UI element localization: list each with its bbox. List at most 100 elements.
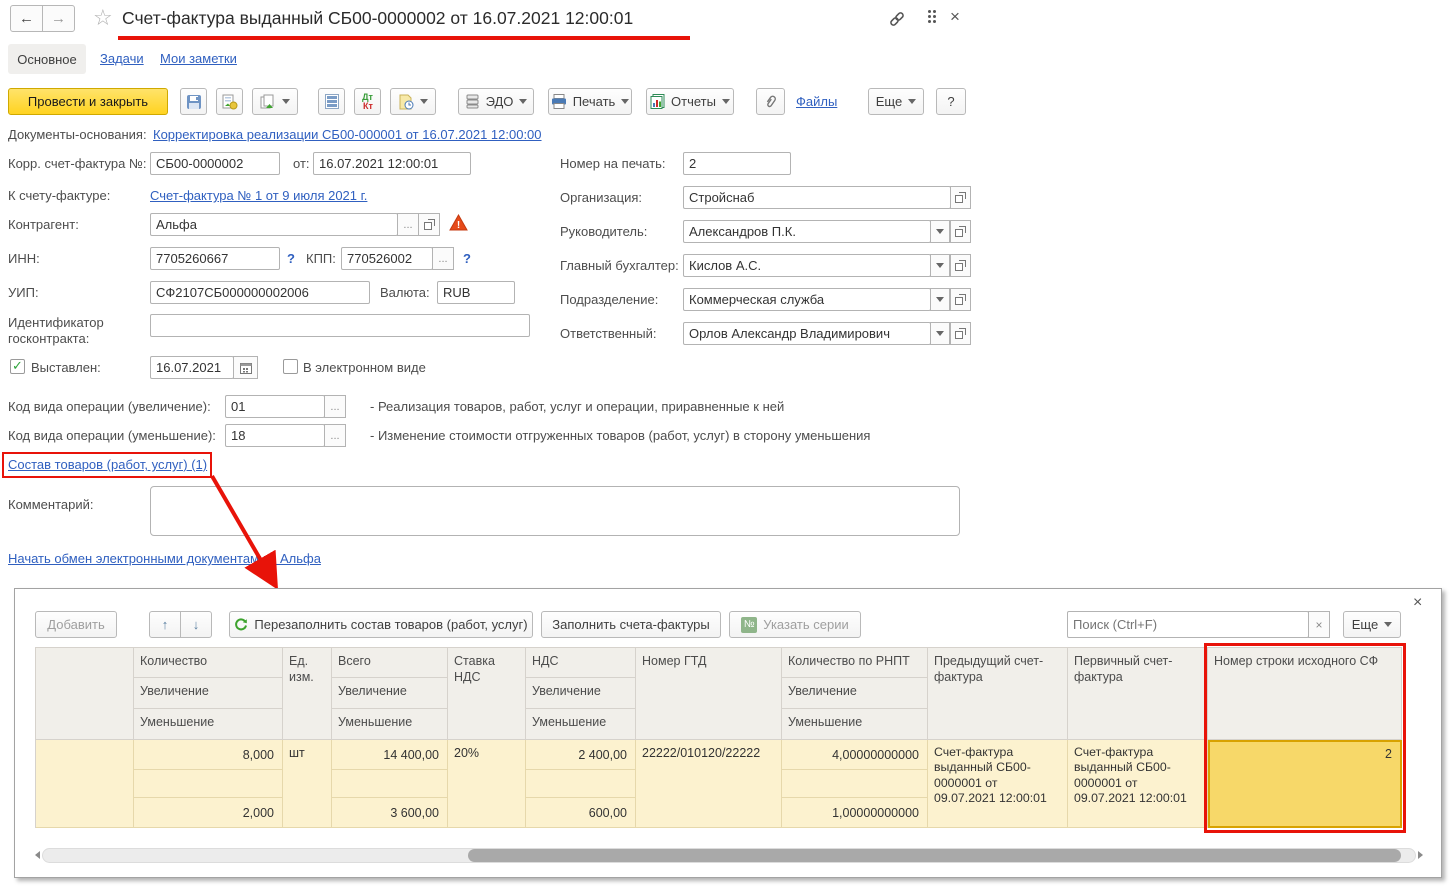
issued-checkbox[interactable]: ✓: [10, 359, 25, 374]
head-dropdown-button[interactable]: [930, 220, 950, 243]
favorite-star-icon[interactable]: ☆: [93, 5, 113, 31]
close-window-icon[interactable]: ×: [950, 7, 960, 27]
col-header-vat-increase[interactable]: Увеличение: [526, 678, 636, 709]
responsible-open-button[interactable]: [950, 322, 971, 345]
cell-rnpt-increase[interactable]: [782, 770, 928, 798]
col-header-primary-invoice[interactable]: Первичный счет-фактура: [1068, 648, 1208, 740]
post-and-close-button[interactable]: Провести и закрыть: [8, 88, 168, 115]
col-header-prev-invoice[interactable]: Предыдущий счет-фактура: [928, 648, 1068, 740]
chief-accountant-input[interactable]: [683, 254, 931, 277]
set-series-button[interactable]: № Указать серии: [729, 611, 861, 638]
kpp-ellipsis-button[interactable]: ...: [432, 247, 454, 270]
scrollbar-thumb[interactable]: [468, 849, 1401, 862]
cell-rnpt[interactable]: 4,00000000000: [782, 740, 928, 770]
tab-tasks[interactable]: Задачи: [100, 51, 144, 66]
files-link[interactable]: Файлы: [796, 94, 837, 109]
department-input[interactable]: [683, 288, 931, 311]
head-open-button[interactable]: [950, 220, 971, 243]
inn-help-icon[interactable]: ?: [287, 251, 295, 266]
chief-accountant-dropdown-button[interactable]: [930, 254, 950, 277]
goods-composition-link[interactable]: Состав товаров (работ, услуг) (1): [8, 457, 207, 472]
department-open-button[interactable]: [950, 288, 971, 311]
cell-unit[interactable]: шт: [283, 740, 332, 828]
counterparty-warning-icon[interactable]: !: [449, 214, 468, 231]
cell-qty-decrease[interactable]: 2,000: [134, 798, 283, 828]
calendar-button[interactable]: [233, 356, 258, 379]
cell-vat[interactable]: 2 400,00: [526, 740, 636, 770]
search-input[interactable]: [1067, 611, 1309, 638]
search-clear-button[interactable]: ×: [1308, 611, 1330, 638]
base-doc-link[interactable]: Корректировка реализации СБ00-000001 от …: [153, 127, 542, 142]
cell-qty-total[interactable]: 8,000: [134, 740, 283, 770]
panel-close-icon[interactable]: ×: [1413, 594, 1422, 612]
print-number-input[interactable]: [683, 152, 791, 175]
col-header-source-line[interactable]: Номер строки исходного СФ: [1208, 648, 1402, 740]
col-header-vat-decrease[interactable]: Уменьшение: [526, 709, 636, 740]
col-header-row-selector[interactable]: [36, 648, 134, 740]
op-code-decrease-input[interactable]: [225, 424, 325, 447]
cell-primary-invoice[interactable]: Счет-фактура выданный СБ00-0000001 от 09…: [1068, 740, 1208, 828]
row-selector-cell[interactable]: [36, 740, 134, 828]
cell-prev-invoice[interactable]: Счет-фактура выданный СБ00-0000001 от 09…: [928, 740, 1068, 828]
forward-button[interactable]: →: [42, 5, 75, 32]
col-header-total-increase[interactable]: Увеличение: [332, 678, 448, 709]
counterparty-ellipsis-button[interactable]: ...: [397, 213, 419, 236]
debit-credit-button[interactable]: ДтКт: [354, 88, 381, 115]
add-row-button[interactable]: Добавить: [35, 611, 117, 638]
head-input[interactable]: [683, 220, 931, 243]
inn-input[interactable]: [150, 247, 280, 270]
attachments-button[interactable]: [756, 88, 785, 115]
corr-number-input[interactable]: [150, 152, 280, 175]
move-up-button[interactable]: ↑: [149, 611, 181, 638]
corr-date-input[interactable]: [313, 152, 471, 175]
reports-button[interactable]: Отчеты: [646, 88, 734, 115]
create-based-on-button[interactable]: [252, 88, 298, 115]
scroll-left-icon[interactable]: [35, 851, 40, 859]
print-button[interactable]: Печать: [548, 88, 632, 115]
col-header-gtd[interactable]: Номер ГТД: [636, 648, 782, 740]
panel-more-button[interactable]: Еще: [1343, 611, 1401, 638]
cell-total-decrease[interactable]: 3 600,00: [332, 798, 448, 828]
scrollbar-track[interactable]: [42, 848, 1416, 863]
help-button[interactable]: ?: [936, 88, 966, 115]
op-code-decrease-ellipsis-button[interactable]: ...: [324, 424, 346, 447]
start-edo-exchange-link[interactable]: Начать обмен электронными документами с …: [8, 551, 321, 566]
cell-total[interactable]: 14 400,00: [332, 740, 448, 770]
responsible-dropdown-button[interactable]: [930, 322, 950, 345]
save-button[interactable]: [180, 88, 207, 115]
to-invoice-link[interactable]: Счет-фактура № 1 от 9 июля 2021 г.: [150, 188, 367, 203]
kebab-menu-icon[interactable]: [928, 10, 931, 13]
col-header-qty-decrease[interactable]: Уменьшение: [134, 709, 283, 740]
edo-button[interactable]: ЭДО: [458, 88, 534, 115]
organization-input[interactable]: [683, 186, 951, 209]
cell-vat-rate[interactable]: 20%: [448, 740, 526, 828]
department-dropdown-button[interactable]: [930, 288, 950, 311]
responsible-input[interactable]: [683, 322, 931, 345]
cell-vat-increase[interactable]: [526, 770, 636, 798]
tab-notes[interactable]: Мои заметки: [160, 51, 237, 66]
col-header-qty[interactable]: Количество: [134, 648, 283, 678]
chief-accountant-open-button[interactable]: [950, 254, 971, 277]
cell-source-line-selected[interactable]: 2: [1208, 740, 1402, 828]
counterparty-open-button[interactable]: [418, 213, 440, 236]
issued-date-input[interactable]: [150, 356, 234, 379]
col-header-vat-rate[interactable]: Ставка НДС: [448, 648, 526, 740]
kpp-help-icon[interactable]: ?: [463, 251, 471, 266]
cell-qty-increase[interactable]: [134, 770, 283, 798]
cell-rnpt-decrease[interactable]: 1,00000000000: [782, 798, 928, 828]
cell-total-increase[interactable]: [332, 770, 448, 798]
fill-invoices-button[interactable]: Заполнить счета-фактуры: [541, 611, 721, 638]
schedule-document-button[interactable]: [390, 88, 436, 115]
op-code-increase-input[interactable]: [225, 395, 325, 418]
scroll-right-icon[interactable]: [1418, 851, 1423, 859]
col-header-qty-increase[interactable]: Увеличение: [134, 678, 283, 709]
register-records-button[interactable]: [318, 88, 345, 115]
cell-vat-decrease[interactable]: 600,00: [526, 798, 636, 828]
op-code-increase-ellipsis-button[interactable]: ...: [324, 395, 346, 418]
get-link-icon[interactable]: [888, 10, 906, 28]
back-button[interactable]: ←: [10, 5, 43, 32]
currency-input[interactable]: [437, 281, 515, 304]
organization-open-button[interactable]: [950, 186, 971, 209]
post-document-button[interactable]: [216, 88, 243, 115]
uip-input[interactable]: [150, 281, 370, 304]
